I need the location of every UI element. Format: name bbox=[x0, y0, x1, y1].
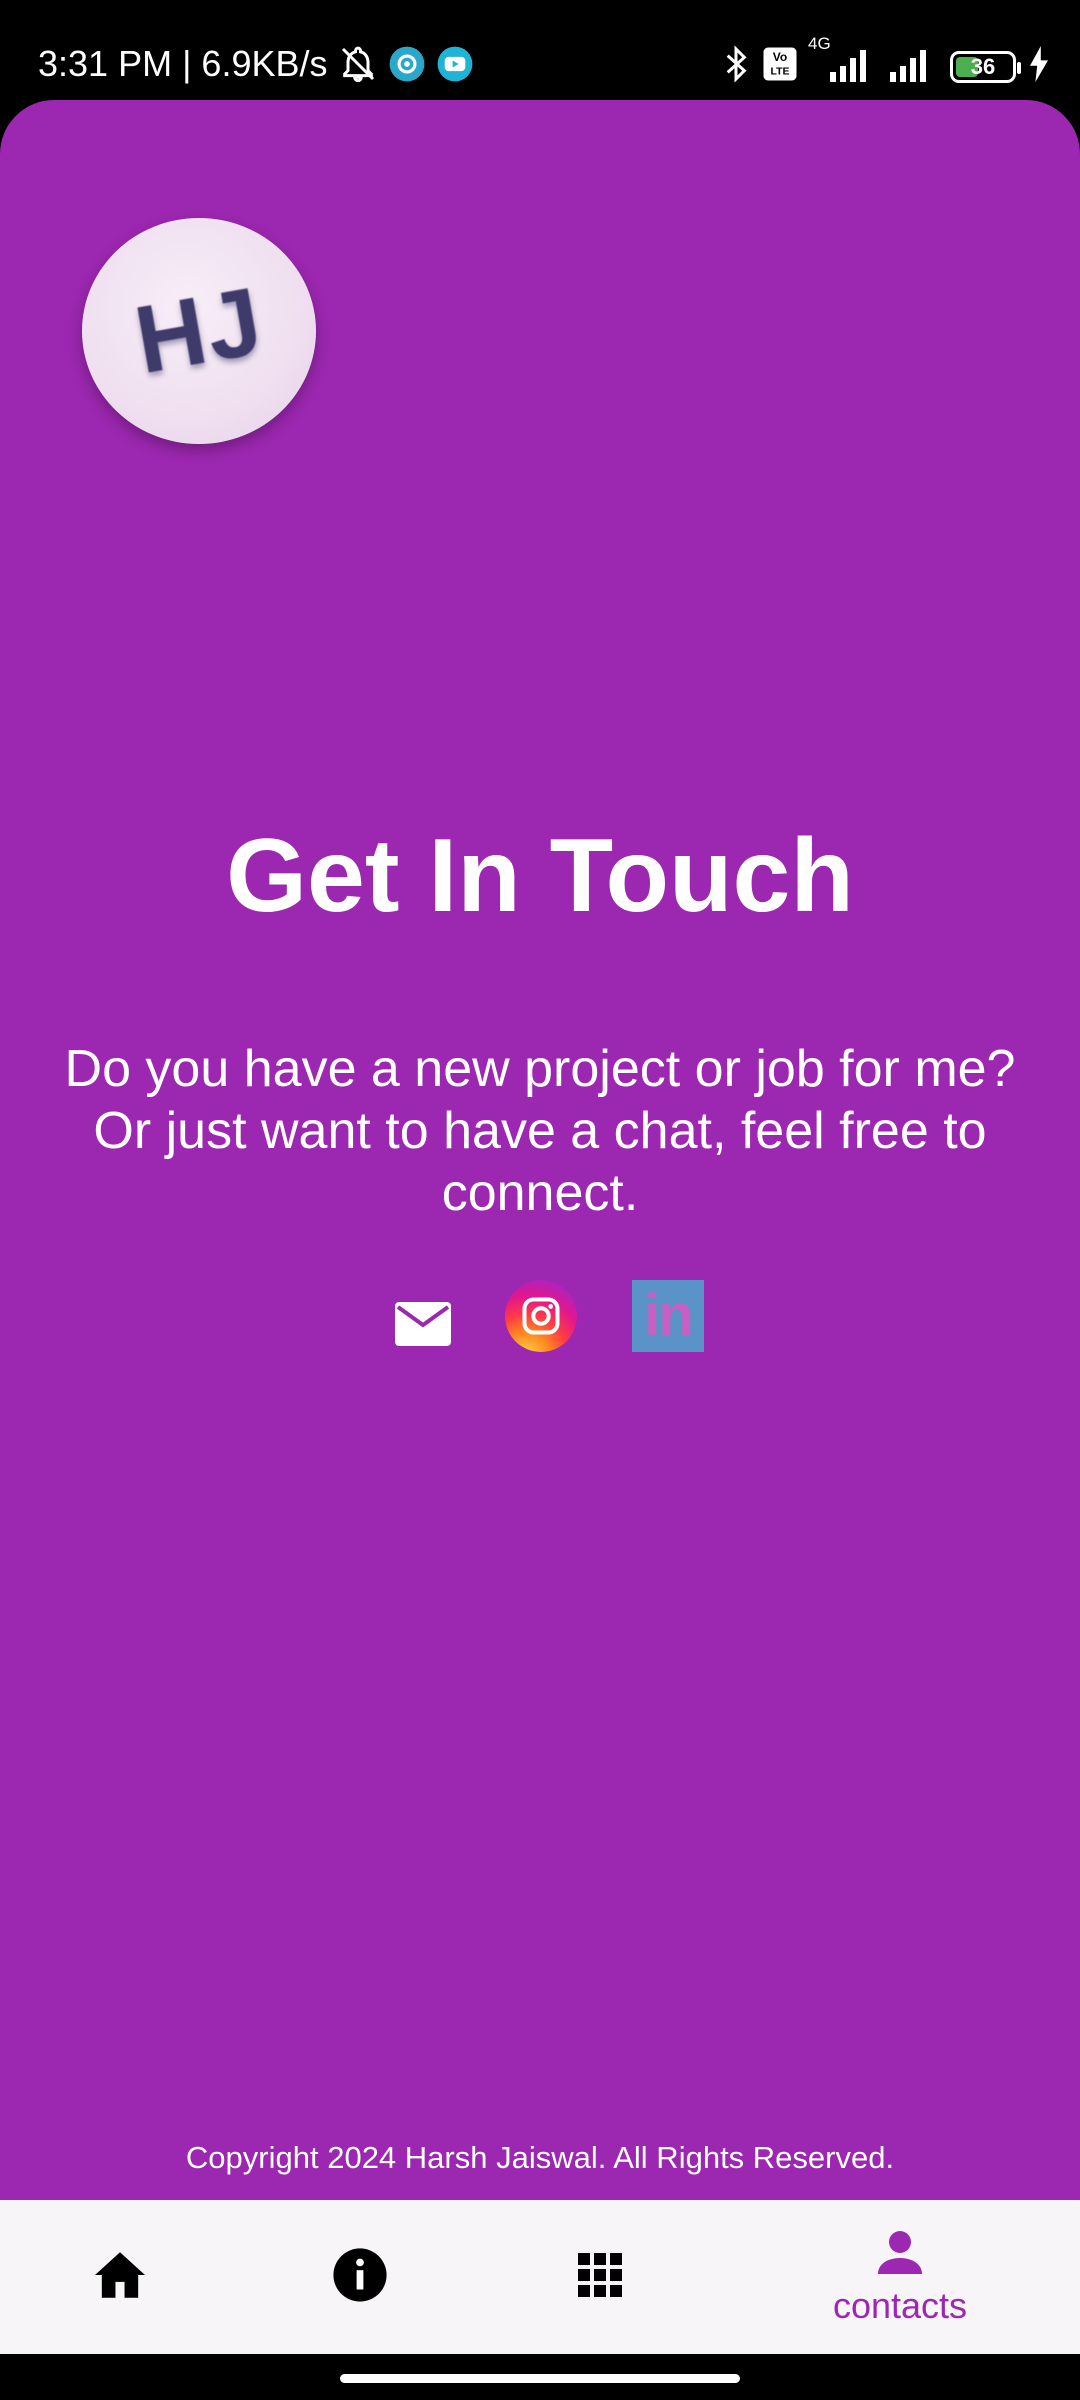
info-icon bbox=[331, 2246, 389, 2309]
avatar[interactable]: HJ bbox=[82, 218, 316, 444]
linkedin-label: in bbox=[644, 1283, 694, 1348]
volte-icon: Vo LTE bbox=[762, 46, 798, 87]
signal-icon bbox=[886, 46, 938, 87]
network-type-label: 4G bbox=[808, 34, 831, 53]
contact-screen: HJ Get In Touch Do you have a new projec… bbox=[0, 100, 1080, 2200]
contact-description: Do you have a new project or job for me?… bbox=[64, 1040, 1016, 1222]
gesture-area bbox=[0, 2354, 1080, 2400]
person-icon bbox=[876, 2228, 924, 2281]
battery-icon: 36 bbox=[950, 50, 1021, 83]
youtube-app-icon bbox=[436, 45, 474, 83]
svg-text:Vo: Vo bbox=[773, 50, 787, 64]
bluetooth-icon bbox=[722, 44, 750, 89]
linkedin-icon[interactable]: in bbox=[632, 1280, 704, 1352]
charging-icon bbox=[1028, 46, 1050, 87]
social-links: in bbox=[0, 1280, 1080, 1360]
instagram-icon[interactable] bbox=[505, 1280, 577, 1352]
copyright-text: Copyright 2024 Harsh Jaiswal. All Rights… bbox=[185, 2140, 895, 2175]
page-title: Get In Touch bbox=[226, 818, 854, 934]
nav-item-contacts[interactable]: contacts bbox=[780, 2200, 1020, 2354]
status-time-speed: 3:31 PM | 6.9KB/s bbox=[38, 43, 328, 84]
nav-item-about[interactable] bbox=[300, 2200, 420, 2354]
status-bar: 3:31 PM | 6.9KB/s Vo LTE 4G 36 bbox=[0, 0, 1080, 100]
avatar-initials: HJ bbox=[127, 266, 271, 395]
bottom-navigation: contacts bbox=[0, 2200, 1080, 2354]
svg-text:LTE: LTE bbox=[770, 66, 789, 78]
status-right: Vo LTE 4G 36 bbox=[722, 34, 1050, 89]
signal-icon: 4G bbox=[808, 34, 874, 87]
battery-level: 36 bbox=[970, 53, 996, 79]
email-icon[interactable] bbox=[394, 1298, 452, 1348]
settings-app-icon bbox=[388, 45, 426, 83]
nav-item-projects[interactable] bbox=[540, 2200, 660, 2354]
grid-icon bbox=[576, 2251, 624, 2304]
home-gesture-bar[interactable] bbox=[340, 2374, 740, 2383]
bell-off-icon bbox=[338, 44, 378, 84]
nav-item-home[interactable] bbox=[60, 2200, 180, 2354]
status-left: 3:31 PM | 6.9KB/s bbox=[38, 42, 474, 86]
nav-label-contacts: contacts bbox=[832, 2284, 968, 2326]
home-icon bbox=[92, 2250, 148, 2305]
